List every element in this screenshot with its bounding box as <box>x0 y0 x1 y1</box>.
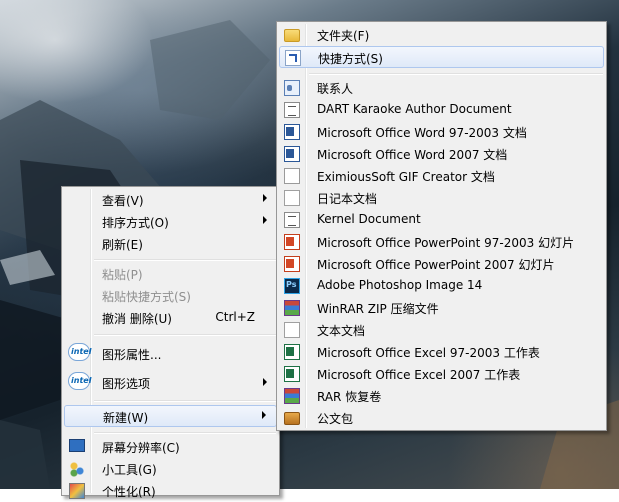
briefcase-icon <box>284 412 300 425</box>
menu-item-label: RAR 恢复卷 <box>317 390 382 404</box>
photoshop-icon <box>284 278 300 294</box>
menu-item-label: 屏幕分辨率(C) <box>102 441 180 455</box>
menu-item-label: Adobe Photoshop Image 14 <box>317 278 483 292</box>
menu-item-label: 公文包 <box>317 412 354 426</box>
new-item-contact[interactable]: 联系人 <box>279 77 604 99</box>
menu-item-label: 日记本文档 <box>317 192 378 206</box>
new-item-word-97-2003[interactable]: Microsoft Office Word 97-2003 文档 <box>279 121 604 143</box>
menu-item-label: Microsoft Office PowerPoint 2007 幻灯片 <box>317 258 555 272</box>
menu-item-label: Microsoft Office PowerPoint 97-2003 幻灯片 <box>317 236 575 250</box>
menu-item-paste-shortcut[interactable]: 粘贴快捷方式(S) <box>64 285 277 307</box>
new-item-powerpoint-2007[interactable]: Microsoft Office PowerPoint 2007 幻灯片 <box>279 253 604 275</box>
intel-icon <box>68 343 91 361</box>
menu-item-label: Microsoft Office Excel 2007 工作表 <box>317 368 521 382</box>
menu-item-label: 快捷方式(S) <box>318 52 383 66</box>
winrar-icon <box>284 388 300 404</box>
menu-item-gadgets[interactable]: 小工具(G) <box>64 458 277 480</box>
menu-item-label: 图形属性... <box>102 348 162 362</box>
new-item-gif-creator[interactable]: EximiousSoft GIF Creator 文档 <box>279 165 604 187</box>
new-item-word-2007[interactable]: Microsoft Office Word 2007 文档 <box>279 143 604 165</box>
intel-icon <box>68 372 91 390</box>
menu-item-label: WinRAR ZIP 压缩文件 <box>317 302 439 316</box>
submenu-arrow-icon <box>263 378 267 386</box>
menu-item-view[interactable]: 查看(V) <box>64 189 277 211</box>
powerpoint-icon <box>284 234 300 250</box>
menu-item-undo-delete[interactable]: 撤消 删除(U) Ctrl+Z <box>64 307 277 329</box>
menu-item-label: 查看(V) <box>102 194 144 208</box>
menu-item-label: 粘贴快捷方式(S) <box>102 290 191 304</box>
menu-item-label: 撤消 删除(U) <box>102 312 172 326</box>
new-item-powerpoint-97-2003[interactable]: Microsoft Office PowerPoint 97-2003 幻灯片 <box>279 231 604 253</box>
new-item-text-document[interactable]: 文本文档 <box>279 319 604 341</box>
submenu-arrow-icon <box>263 194 267 202</box>
menu-separator <box>94 259 276 261</box>
journal-icon <box>284 190 300 206</box>
menu-item-label: 图形选项 <box>102 377 151 391</box>
excel-icon <box>284 366 300 382</box>
submenu-arrow-icon <box>263 216 267 224</box>
new-item-photoshop-image[interactable]: Adobe Photoshop Image 14 <box>279 275 604 297</box>
powerpoint-icon <box>284 256 300 272</box>
personalize-icon <box>69 483 85 499</box>
menu-separator <box>94 400 276 402</box>
menu-item-label: 个性化(R) <box>102 485 156 499</box>
menu-item-label: 文件夹(F) <box>317 29 370 43</box>
menu-item-shortcut: Ctrl+Z <box>215 310 255 324</box>
winrar-icon <box>284 300 300 316</box>
document-icon <box>284 102 300 118</box>
contact-icon <box>284 80 300 96</box>
excel-icon <box>284 344 300 360</box>
text-document-icon <box>284 322 300 338</box>
new-item-excel-97-2003[interactable]: Microsoft Office Excel 97-2003 工作表 <box>279 341 604 363</box>
monitor-icon <box>69 439 85 452</box>
menu-item-new[interactable]: 新建(W) <box>64 405 277 427</box>
menu-item-label: Microsoft Office Excel 97-2003 工作表 <box>317 346 540 360</box>
desktop-context-menu: 查看(V) 排序方式(O) 刷新(E) 粘贴(P) 粘贴快捷方式(S) 撤消 删… <box>61 186 280 499</box>
menu-item-label: 粘贴(P) <box>102 268 143 282</box>
menu-item-label: Microsoft Office Word 97-2003 文档 <box>317 126 527 140</box>
menu-item-refresh[interactable]: 刷新(E) <box>64 233 277 255</box>
menu-separator <box>94 334 276 336</box>
menu-item-graphics-options[interactable]: 图形选项 <box>64 370 277 396</box>
new-item-dart-karaoke[interactable]: DART Karaoke Author Document <box>279 99 604 121</box>
shortcut-icon <box>285 50 301 66</box>
new-item-winrar-zip[interactable]: WinRAR ZIP 压缩文件 <box>279 297 604 319</box>
menu-item-screen-resolution[interactable]: 屏幕分辨率(C) <box>64 436 277 458</box>
document-icon <box>284 212 300 228</box>
menu-item-label: 联系人 <box>317 82 354 96</box>
menu-item-label: DART Karaoke Author Document <box>317 102 512 116</box>
new-item-folder[interactable]: 文件夹(F) <box>279 24 604 46</box>
new-item-journal[interactable]: 日记本文档 <box>279 187 604 209</box>
menu-item-graphics-properties[interactable]: 图形属性... <box>64 341 277 367</box>
gadget-icon <box>69 461 85 477</box>
menu-separator <box>309 73 603 75</box>
menu-item-label: 刷新(E) <box>102 238 143 252</box>
new-item-kernel-document[interactable]: Kernel Document <box>279 209 604 231</box>
gif-document-icon <box>284 168 300 184</box>
word-icon <box>284 124 300 140</box>
menu-item-label: 新建(W) <box>103 411 149 425</box>
menu-item-label: 排序方式(O) <box>102 216 169 230</box>
submenu-arrow-icon <box>262 411 266 419</box>
menu-item-label: Microsoft Office Word 2007 文档 <box>317 148 508 162</box>
new-item-briefcase[interactable]: 公文包 <box>279 407 604 429</box>
menu-item-label: 文本文档 <box>317 324 366 338</box>
menu-item-label: EximiousSoft GIF Creator 文档 <box>317 170 495 184</box>
new-item-shortcut[interactable]: 快捷方式(S) <box>279 46 604 68</box>
menu-separator <box>94 432 276 434</box>
menu-item-sort-by[interactable]: 排序方式(O) <box>64 211 277 233</box>
word-icon <box>284 146 300 162</box>
menu-item-personalize[interactable]: 个性化(R) <box>64 480 277 502</box>
new-submenu: 文件夹(F) 快捷方式(S) 联系人 DART Karaoke Author D… <box>276 21 607 431</box>
menu-item-paste[interactable]: 粘贴(P) <box>64 263 277 285</box>
folder-icon <box>284 29 300 42</box>
menu-item-label: Kernel Document <box>317 212 421 226</box>
menu-item-label: 小工具(G) <box>102 463 157 477</box>
new-item-excel-2007[interactable]: Microsoft Office Excel 2007 工作表 <box>279 363 604 385</box>
new-item-rar-recovery-volume[interactable]: RAR 恢复卷 <box>279 385 604 407</box>
